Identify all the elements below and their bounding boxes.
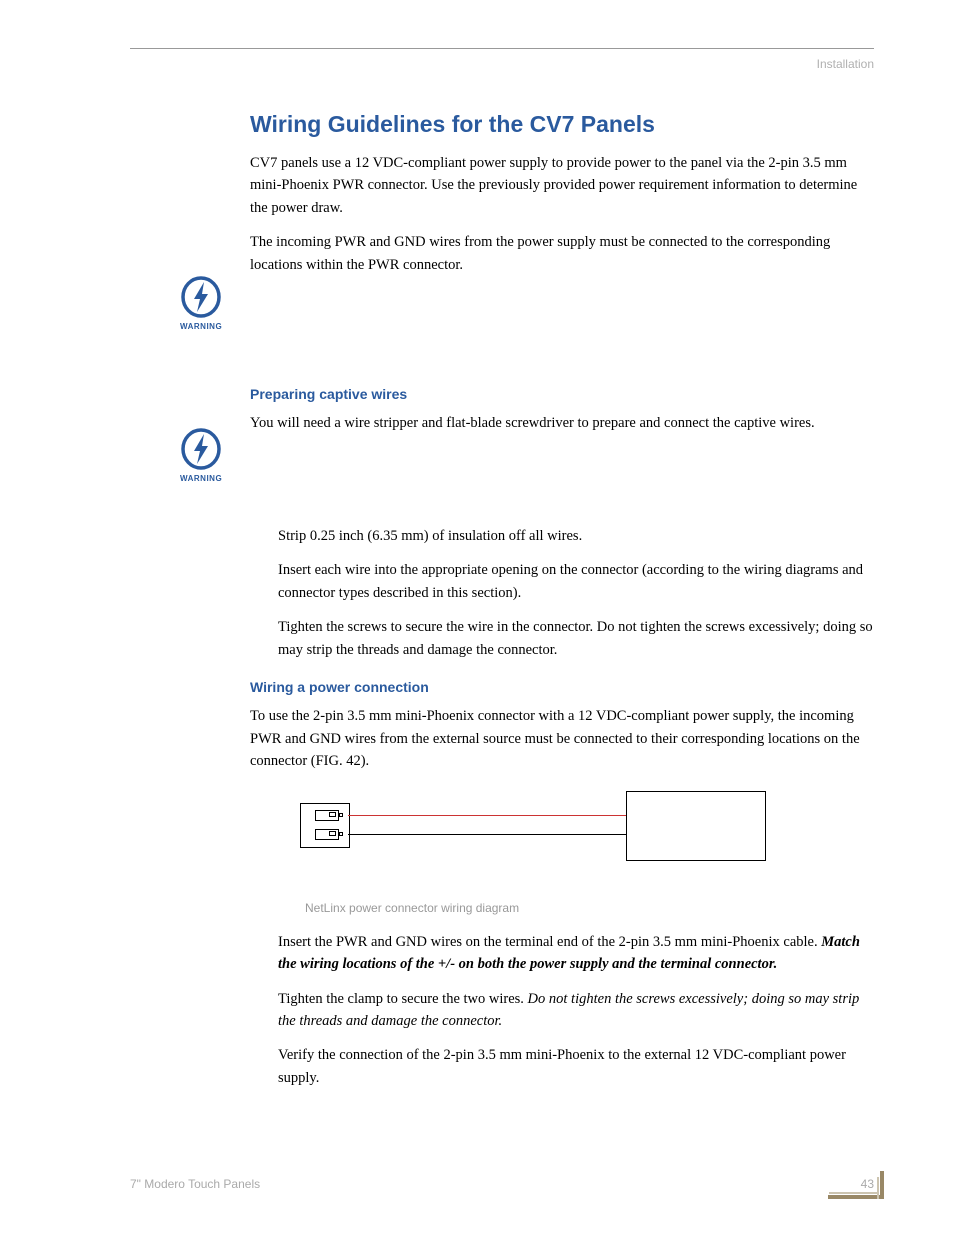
step-text: Tighten the screws to secure the wire in… [278,616,874,661]
warning-icon: WARNING [180,428,222,483]
body-text: The incoming PWR and GND wires from the … [250,231,874,276]
body-text: You will need a wire stripper and flat-b… [250,412,874,434]
step-text: Verify the connection of the 2-pin 3.5 m… [278,1044,874,1089]
subheading-preparing: Preparing captive wires [250,386,874,402]
section-header: Installation [130,57,874,71]
warning-icon: WARNING [180,276,222,331]
body-text: To use the 2-pin 3.5 mm mini-Phoenix con… [250,705,874,772]
footer-doc-title: 7" Modero Touch Panels [130,1177,260,1191]
figure-caption: NetLinx power connector wiring diagram [305,901,874,915]
wiring-diagram-figure [300,791,874,871]
body-text: CV7 panels use a 12 VDC-compliant power … [250,152,874,219]
subheading-wiring-power: Wiring a power connection [250,679,874,695]
step-text: Insert the PWR and GND wires on the term… [278,931,874,976]
page-corner-decoration [876,1171,884,1199]
step-text: Strip 0.25 inch (6.35 mm) of insulation … [278,525,874,547]
page-title: Wiring Guidelines for the CV7 Panels [250,111,874,138]
step-text: Insert each wire into the appropriate op… [278,559,874,604]
page-number: 43 [861,1177,874,1191]
step-text: Tighten the clamp to secure the two wire… [278,988,874,1033]
